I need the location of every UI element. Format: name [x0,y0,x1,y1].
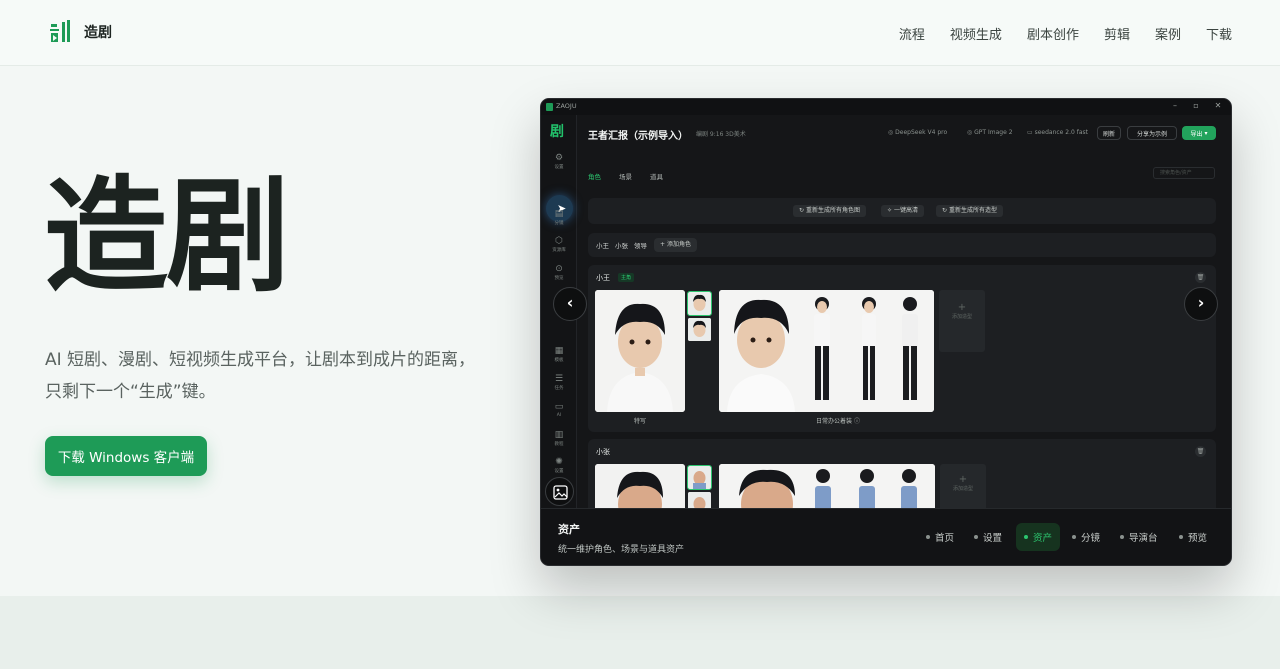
outfit-caption: 日常办公着装 ⓘ [816,418,860,425]
window-titlebar: ZAOJU – ▫ ✕ [541,99,1231,115]
step-storyboard[interactable]: 分镜 [1072,523,1100,551]
window-title: ZAOJU [556,102,577,110]
step-settings[interactable]: 设置 [974,523,1002,551]
sidebar-item-templates[interactable]: ▦ 模板 [541,346,577,363]
app-window-preview: ZAOJU – ▫ ✕ 剧 ⚙ 设置 ➤ ▤ 分镜 ⬡ 资源库 ⊙ 预览 ▦ 模… [540,98,1232,566]
film-icon: ▤ [554,209,564,219]
top-navbar: 造剧 流程 视频生成 剧本创作 剪辑 案例 下载 [0,0,1280,66]
character-name: 小王 [596,274,610,282]
hero-title: 造剧 [44,165,290,309]
box-icon: ⬡ [555,236,563,246]
nav-link-download[interactable]: 下载 [1206,24,1232,43]
nav-link-script[interactable]: 剧本创作 [1027,24,1079,43]
trash-icon[interactable]: 🗑 [1195,272,1206,283]
add-character-button[interactable]: + 添加角色 [654,238,697,252]
one-click-hd-button[interactable]: ✧ 一键高清 [881,205,924,217]
download-windows-button[interactable]: 下载 Windows 客户端 [45,436,207,476]
outfit-sheet-image [719,290,934,412]
status-badge: 主角 [618,273,635,282]
section-divider-band [0,596,1280,669]
sidebar-item-settings[interactable]: ⚙ 设置 [541,153,577,170]
sidebar-item-tutorial[interactable]: ▥ 教程 [541,430,577,447]
variant-thumbnail[interactable] [687,291,712,316]
settings-icon: ✺ [555,457,563,467]
model-seedance[interactable]: ▭ seedance 2.0 fast [1027,129,1088,136]
nav-link-cases[interactable]: 案例 [1155,24,1181,43]
project-title: 王者汇报（示例导入） [588,131,688,142]
export-button[interactable]: 导出 ▾ [1182,126,1216,140]
step-assets[interactable]: 资产 [1016,523,1061,551]
nav-link-video[interactable]: 视频生成 [950,24,1002,43]
carousel-prev-button[interactable]: ‹ [553,287,587,321]
tab-props[interactable]: 道具 [650,171,663,181]
regenerate-all-outfits-button[interactable]: ↻ 重新生成所有造型 [936,205,1003,217]
plus-icon: + [957,302,967,313]
tab-characters[interactable]: 角色 [588,171,601,181]
feature-caption-footer: 资产 统一维护角色、场景与道具资产 首页 设置 资产 分镜 导演台 预览 [541,508,1231,565]
sidebar-logo-icon: 剧 [550,124,564,140]
book-icon: ▥ [554,430,564,440]
project-meta: 编剧 9:16 3D美术 [696,131,746,138]
feature-description: 统一维护角色、场景与道具资产 [558,545,685,555]
brand[interactable]: 造剧 [48,18,112,46]
step-director[interactable]: 导演台 [1120,523,1158,551]
nav-link-edit[interactable]: 剪辑 [1104,24,1130,43]
list-icon: ☰ [554,374,564,384]
sidebar-item-library[interactable]: ⬡ 资源库 [541,236,577,253]
gear-icon: ⚙ [554,153,564,163]
portrait-image [595,290,685,412]
sidebar-item-more-settings[interactable]: ✺ 设置 [541,457,577,474]
add-outfit-slot[interactable]: + 添加造型 [939,290,985,352]
model-gpt-image[interactable]: ◎ GPT Image 2 [967,129,1013,136]
character-chip-bar: 小王 小张 领导 + 添加角色 [588,233,1216,257]
tab-scenes[interactable]: 场景 [619,171,632,181]
step-preview[interactable]: 预览 [1179,523,1207,551]
main-nav: 流程 视频生成 剧本创作 剪辑 案例 下载 [874,24,1232,43]
asset-tabs: 角色 场景 道具 [588,171,681,181]
minimize-icon[interactable]: – [1169,101,1181,110]
step-home[interactable]: 首页 [926,523,954,551]
regenerate-all-portraits-button[interactable]: ↻ 重新生成所有角色图 [793,205,866,217]
character-card: 小王 主角 🗑 特写 日常办公着装 ⓘ + 添加造型 [588,265,1216,432]
asset-search-input[interactable]: 搜索角色/资产 [1153,167,1215,179]
sidebar-item-preview[interactable]: ⊙ 预览 [541,264,577,281]
maximize-icon[interactable]: ▫ [1190,101,1202,110]
model-deepseek[interactable]: ◎ DeepSeek V4 pro [888,129,947,136]
character-name: 小张 [596,448,610,456]
plus-icon: + [958,474,968,485]
image-assistant-button[interactable] [545,477,574,506]
sidebar-item-storyboard[interactable]: ▤ 分镜 [541,209,577,226]
grid-icon: ▦ [554,346,564,356]
play-icon: ⊙ [555,264,563,274]
feature-title: 资产 [558,523,580,536]
variant-thumbnail[interactable] [688,318,711,341]
close-icon[interactable]: ✕ [1212,101,1224,110]
bulk-action-bar: ↻ 重新生成所有角色图 ✧ 一键高清 ↻ 重新生成所有造型 [588,198,1216,224]
share-example-button[interactable]: 分享为示例 [1127,126,1177,140]
character-chip[interactable]: 小张 [615,240,628,250]
variant-thumbnail[interactable] [687,465,712,490]
refresh-button[interactable]: 刷新 [1097,126,1121,140]
sidebar-item-ai[interactable]: ▭ AI [541,402,577,418]
character-outfit-sheet[interactable] [719,290,934,412]
character-card: 小张 🗑 + 添加造型 [588,439,1216,519]
brand-logo-icon [50,20,70,42]
character-chip[interactable]: 领导 [634,240,647,250]
image-icon [553,485,568,500]
portrait-caption: 特写 [633,418,646,425]
nav-link-process[interactable]: 流程 [899,24,925,43]
trash-icon[interactable]: 🗑 [1195,446,1206,457]
character-portrait-closeup[interactable] [595,290,685,412]
app-logo-icon [546,103,553,111]
monitor-icon: ▭ [554,402,564,412]
brand-name: 造剧 [84,25,112,41]
hero-subtitle: AI 短剧、漫剧、短视频生成平台，让剧本到成片的距离，只剩下一个“生成”键。 [45,350,476,402]
character-chip[interactable]: 小王 [596,240,609,250]
carousel-next-button[interactable]: › [1184,287,1218,321]
sidebar-item-tasks[interactable]: ☰ 任务 [541,374,577,391]
